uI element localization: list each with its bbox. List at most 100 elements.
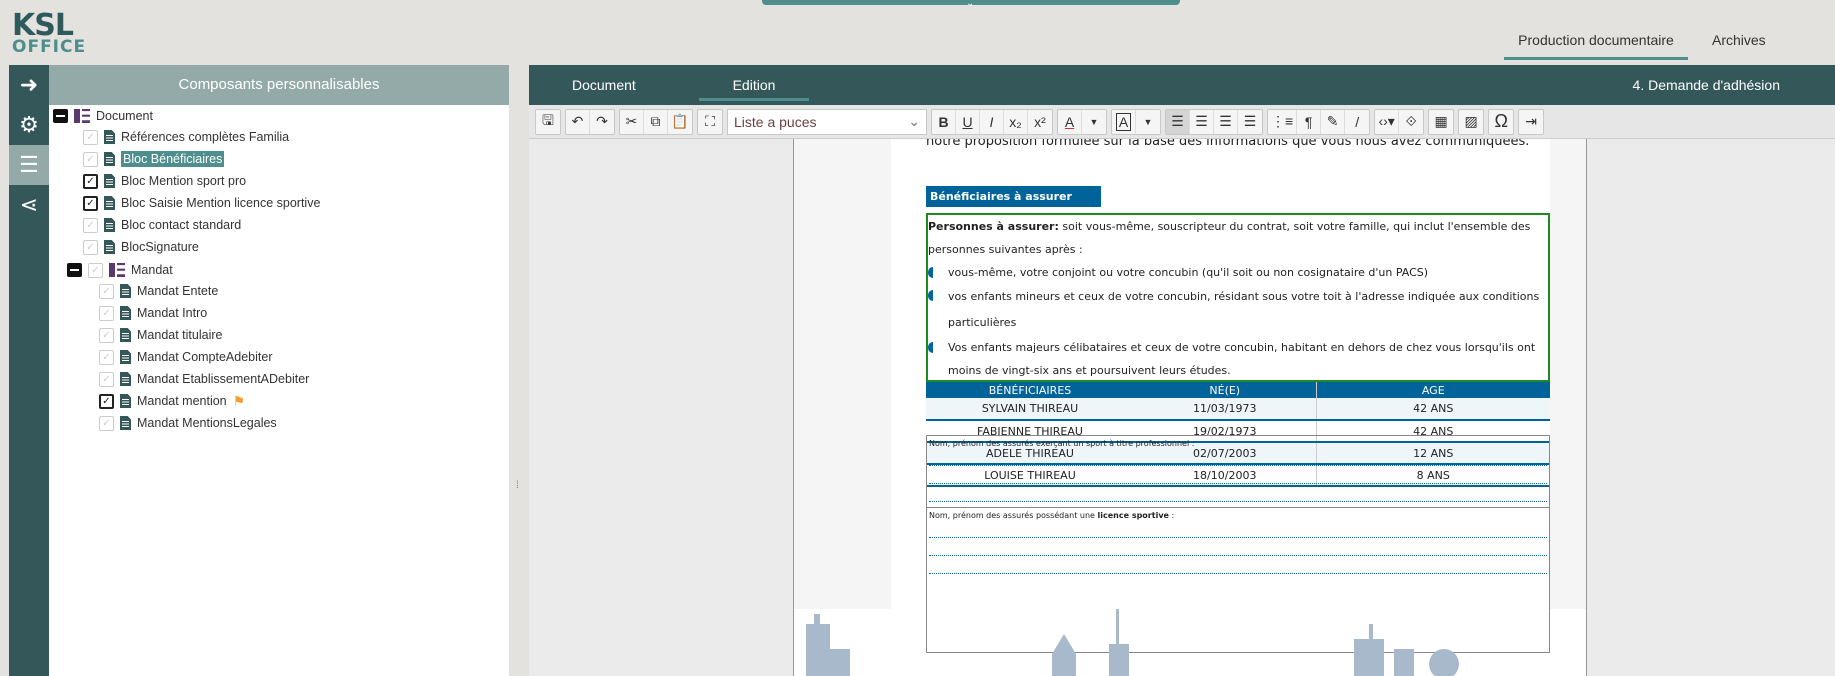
document-icon bbox=[104, 152, 115, 166]
checkbox[interactable]: ✓ bbox=[83, 173, 98, 189]
bullet-item: vous-même, votre conjoint ou votre concu… bbox=[928, 261, 1548, 284]
document-icon bbox=[120, 416, 131, 430]
subscript-icon[interactable]: x₂ bbox=[1004, 109, 1028, 134]
chevron-down-icon: ⌄ bbox=[966, 0, 975, 9]
input-line[interactable] bbox=[929, 484, 1547, 502]
top-collapse-handle[interactable]: ⌄ bbox=[762, 0, 1180, 9]
checklist-icon[interactable]: ☰ bbox=[9, 145, 49, 185]
tree-item[interactable]: Mandat mention bbox=[137, 394, 227, 408]
document-icon bbox=[104, 240, 115, 254]
document-icon bbox=[104, 130, 115, 144]
font-color-icon[interactable]: A bbox=[1058, 109, 1082, 134]
image-icon[interactable]: ▨ bbox=[1459, 110, 1483, 134]
input-line[interactable] bbox=[929, 520, 1547, 538]
underline-icon[interactable]: U bbox=[956, 109, 980, 134]
document-icon bbox=[104, 174, 115, 188]
table-cell: 42 ANS bbox=[1315, 398, 1550, 421]
justify-icon[interactable]: ☰ bbox=[1238, 110, 1262, 134]
tree-item[interactable]: Mandat CompteAdebiter bbox=[137, 350, 273, 364]
superscript-icon[interactable]: x² bbox=[1028, 110, 1052, 134]
cut-icon[interactable]: ✂ bbox=[620, 109, 644, 134]
collapse-icon[interactable] bbox=[67, 263, 82, 277]
omega-icon[interactable]: Ω bbox=[1489, 110, 1513, 134]
document-icon bbox=[104, 196, 115, 210]
group-icon bbox=[109, 263, 125, 277]
share-icon[interactable]: ⋖ bbox=[9, 185, 49, 225]
tab-document[interactable]: Document bbox=[572, 77, 636, 93]
dropdown-arrow-icon[interactable]: ▼ bbox=[1082, 110, 1106, 134]
tree-item-selected[interactable]: Bloc Bénéficiaires bbox=[121, 151, 225, 167]
list-icon[interactable]: ⋮≡ bbox=[1268, 109, 1298, 134]
editor-header: Document Edition 4. Demande d'adhésion bbox=[529, 65, 1835, 105]
document-page[interactable]: notre proposition formulée sur la base d… bbox=[793, 139, 1587, 676]
find-binoculars-icon[interactable]: ⛶ bbox=[698, 110, 722, 134]
table-cell: BÉNÉFICIAIRES NÉ(E) AGE bbox=[926, 382, 1550, 398]
bold-icon[interactable]: B bbox=[932, 109, 956, 134]
align-center-icon[interactable]: ☰ bbox=[1190, 109, 1214, 134]
city-skyline-illustration bbox=[806, 609, 1459, 676]
highlight-color-icon[interactable]: A bbox=[1112, 109, 1136, 134]
tree-item[interactable]: Mandat Entete bbox=[137, 284, 218, 298]
copy-icon[interactable]: ⧉ bbox=[644, 109, 668, 134]
import-icon[interactable]: ⇥ bbox=[1519, 110, 1543, 134]
table-icon[interactable]: ▦ bbox=[1429, 110, 1453, 134]
checkbox[interactable]: ✓ bbox=[83, 239, 98, 255]
input-line[interactable] bbox=[929, 448, 1547, 466]
panel-splitter[interactable]: ⁞ bbox=[516, 480, 519, 491]
checkbox[interactable]: ✓ bbox=[99, 415, 114, 431]
checkbox[interactable]: ✓ bbox=[99, 349, 114, 365]
pilcrow-icon[interactable]: ¶ bbox=[1297, 109, 1322, 134]
checkbox[interactable]: ✓ bbox=[99, 305, 114, 321]
checkbox[interactable]: ✓ bbox=[99, 371, 114, 387]
tree-item[interactable]: Mandat MentionsLegales bbox=[137, 416, 277, 430]
checkbox[interactable]: ✓ bbox=[88, 262, 103, 278]
source-icon[interactable]: ⟐ bbox=[1399, 110, 1423, 134]
align-right-icon[interactable]: ☰ bbox=[1214, 109, 1238, 134]
redo-icon[interactable]: ↷ bbox=[590, 110, 614, 134]
nav-archives[interactable]: Archives bbox=[1712, 32, 1766, 60]
checkbox[interactable]: ✓ bbox=[99, 327, 114, 343]
tree-item[interactable]: Mandat EtablissementADebiter bbox=[137, 372, 309, 386]
italic-icon[interactable]: I bbox=[980, 109, 1004, 134]
tree-node-document[interactable]: Document bbox=[96, 109, 153, 123]
tree-item[interactable]: Bloc Saisie Mention licence sportive bbox=[121, 196, 320, 210]
bullet-item: Vos enfants majeurs célibataires et ceux… bbox=[928, 336, 1548, 382]
document-icon bbox=[120, 372, 131, 386]
nav-production-documentaire[interactable]: Production documentaire bbox=[1504, 32, 1688, 60]
style-select[interactable]: Liste a puces ⌄ bbox=[727, 108, 927, 135]
component-tree: Document ✓ Références complètes Familia ✓… bbox=[49, 105, 509, 676]
code-icon[interactable]: ‹›▾ bbox=[1375, 109, 1400, 134]
paste-icon[interactable]: 📋 bbox=[668, 110, 692, 134]
slash-icon[interactable]: / bbox=[1345, 110, 1369, 134]
intro-text: notre proposition formulée sur la base d… bbox=[926, 139, 1530, 149]
document-icon bbox=[120, 284, 131, 298]
checkbox[interactable]: ✓ bbox=[83, 217, 98, 233]
tree-node-mandat[interactable]: Mandat bbox=[131, 263, 173, 277]
tree-item[interactable]: Références complètes Familia bbox=[121, 130, 289, 144]
dropdown-arrow-icon[interactable]: ▼ bbox=[1136, 110, 1160, 134]
table-cell: 11/03/1973 bbox=[1134, 398, 1316, 421]
save-icon[interactable]: 🖫 bbox=[536, 110, 560, 134]
gear-icon[interactable]: ⚙ bbox=[9, 105, 49, 145]
checkbox[interactable]: ✓ bbox=[83, 129, 98, 145]
tree-item[interactable]: Mandat titulaire bbox=[137, 328, 222, 342]
tree-item[interactable]: Bloc contact standard bbox=[121, 218, 241, 232]
tree-item[interactable]: Mandat Intro bbox=[137, 306, 207, 320]
document-icon bbox=[120, 328, 131, 342]
checkbox[interactable]: ✓ bbox=[99, 283, 114, 299]
checkbox[interactable]: ✓ bbox=[83, 151, 98, 167]
back-icon[interactable]: ➜ bbox=[9, 65, 49, 105]
undo-icon[interactable]: ↶ bbox=[566, 109, 590, 134]
checkbox[interactable]: ✓ bbox=[83, 195, 98, 211]
edit-icon[interactable]: ✎ bbox=[1321, 109, 1346, 134]
table-header-cell: BÉNÉFICIAIRES bbox=[926, 382, 1134, 398]
tab-edition[interactable]: Edition bbox=[699, 77, 809, 101]
selected-block[interactable]: Personnes à assurer: soit vous-même, sou… bbox=[926, 213, 1550, 382]
table-header-cell: AGE bbox=[1315, 382, 1550, 398]
tree-item[interactable]: Bloc Mention sport pro bbox=[121, 174, 246, 188]
collapse-icon[interactable] bbox=[53, 109, 68, 123]
checkbox[interactable]: ✓ bbox=[99, 393, 114, 409]
align-left-icon[interactable]: ☰ bbox=[1166, 109, 1190, 134]
input-line[interactable] bbox=[929, 466, 1547, 484]
tree-item[interactable]: BlocSignature bbox=[121, 240, 199, 254]
